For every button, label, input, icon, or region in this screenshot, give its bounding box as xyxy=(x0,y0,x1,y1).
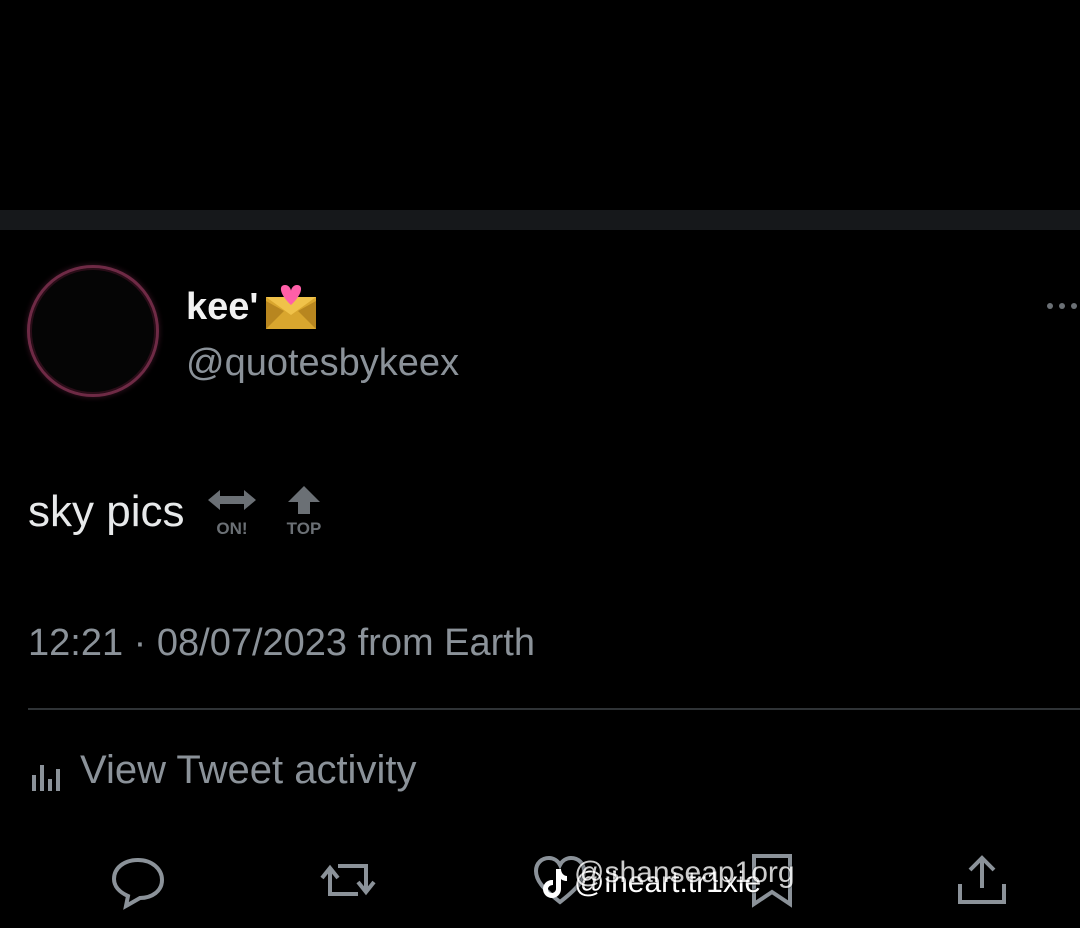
view-tweet-activity-link[interactable]: View Tweet activity xyxy=(28,748,416,793)
watermark-text-1: @shanseap1org xyxy=(574,856,795,889)
section-divider xyxy=(0,210,1080,230)
tweet-text: sky pics ON! TOP xyxy=(28,484,328,540)
top-emoji-label: TOP xyxy=(287,519,322,538)
share-icon[interactable] xyxy=(952,850,1012,910)
avatar[interactable] xyxy=(27,265,159,397)
tiktok-icon xyxy=(543,869,567,898)
reply-icon[interactable] xyxy=(108,850,168,910)
user-handle[interactable]: @quotesbykeex xyxy=(186,342,459,385)
heart-letter-emoji-icon xyxy=(260,283,320,331)
on-arrow-emoji-icon: ON! xyxy=(208,490,257,538)
tiktok-watermark: @shanseap1org @iheart.tr1xie xyxy=(540,856,795,900)
view-tweet-activity-label: View Tweet activity xyxy=(80,748,417,792)
blank-header-area xyxy=(0,0,1080,210)
tweet-timestamp[interactable]: 12:21 · 08/07/2023 from Earth xyxy=(28,622,535,665)
divider xyxy=(28,708,1080,710)
on-emoji-label: ON! xyxy=(217,519,248,538)
retweet-icon[interactable] xyxy=(318,850,378,910)
top-arrow-emoji-icon: TOP xyxy=(287,486,322,538)
display-name[interactable]: kee' xyxy=(186,283,320,331)
display-name-text: kee' xyxy=(186,285,259,328)
analytics-icon xyxy=(32,764,60,791)
more-icon[interactable] xyxy=(1044,296,1080,316)
tweet-text-content: sky pics xyxy=(28,487,185,536)
